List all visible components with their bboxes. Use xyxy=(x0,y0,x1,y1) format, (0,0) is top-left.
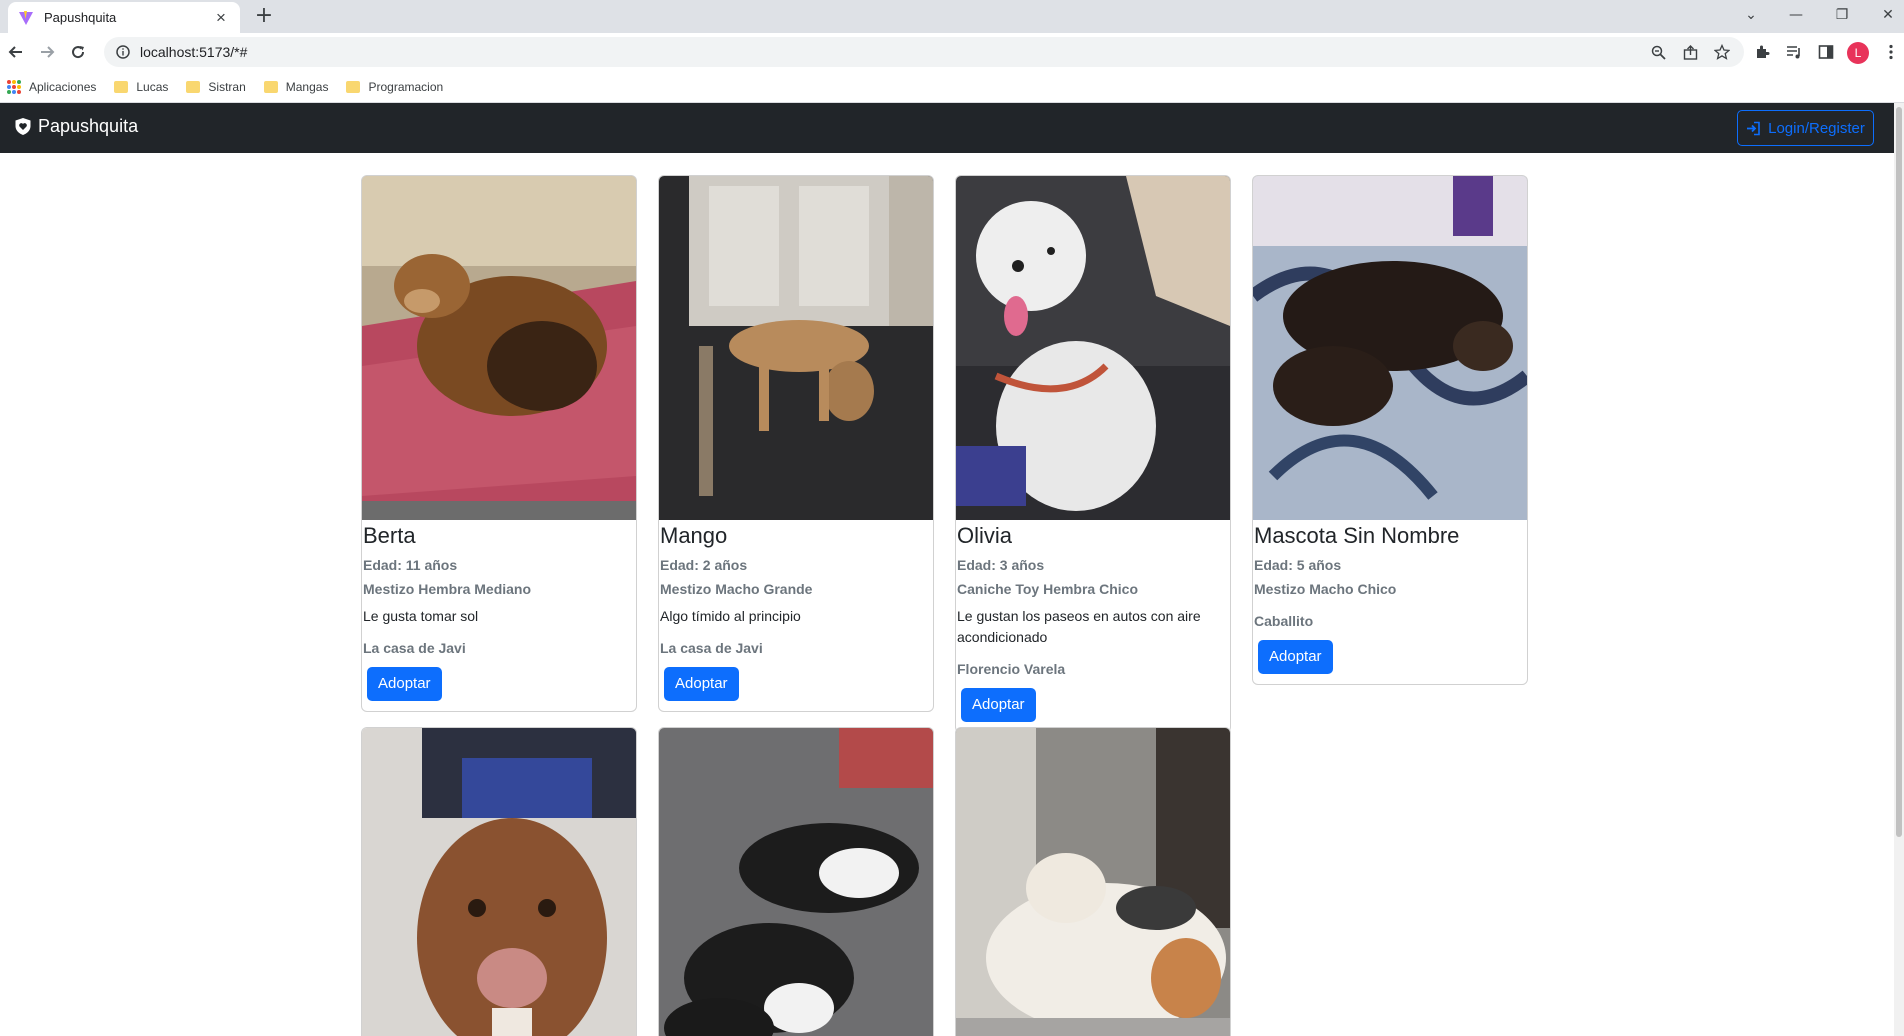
side-panel-icon[interactable] xyxy=(1815,41,1837,63)
login-register-button[interactable]: Login/Register xyxy=(1737,110,1874,146)
pet-photo-calico-cat xyxy=(956,728,1230,1036)
bookmark-label: Sistran xyxy=(208,79,246,94)
pet-age: Edad: 3 años xyxy=(957,557,1045,573)
vite-logo-icon xyxy=(19,10,33,25)
adopt-button[interactable]: Adoptar xyxy=(1258,640,1333,674)
minimize-icon[interactable]: — xyxy=(1776,0,1816,30)
pet-age: Edad: 11 años xyxy=(363,557,458,573)
bookmarks-bar: Aplicaciones Lucas Sistran Mangas Progra… xyxy=(0,71,1904,103)
pet-note: Algo tímido al principio xyxy=(660,608,801,624)
folder-icon xyxy=(263,80,278,93)
bookmark-label: Mangas xyxy=(285,79,329,94)
bookmark-label: Programacion xyxy=(368,79,444,94)
pet-name: Olivia xyxy=(957,523,1013,548)
browser-tab[interactable]: Papushquita × xyxy=(8,2,240,33)
folder-icon xyxy=(186,80,201,93)
pet-card: Olivia Edad: 3 años Caniche Toy Hembra C… xyxy=(955,175,1231,733)
pet-description: Mestizo Macho Chico xyxy=(1254,581,1397,597)
folder-icon xyxy=(346,80,361,93)
share-icon[interactable] xyxy=(1679,41,1701,63)
address-bar[interactable]: localhost:5173/*# xyxy=(104,37,1744,67)
pet-card: Mascota Sin Nombre Edad: 5 años Mestizo … xyxy=(1252,175,1528,685)
menu-kebab-icon[interactable] xyxy=(1880,41,1902,63)
new-tab-icon[interactable]: + xyxy=(252,5,276,29)
pet-name: Mascota Sin Nombre xyxy=(1254,523,1460,548)
browser-tabstrip: Papushquita × + ⌄ — ❐ ✕ xyxy=(0,0,1904,33)
pet-location: La casa de Javi xyxy=(363,640,466,656)
app-navbar: Papushquita Login/Register xyxy=(0,103,1904,153)
bookmark-star-icon[interactable] xyxy=(1711,41,1733,63)
pet-note: Le gustan los paseos en autos con aire a… xyxy=(957,608,1201,645)
tab-search-icon[interactable]: ⌄ xyxy=(1731,0,1771,30)
back-icon[interactable] xyxy=(2,38,30,66)
url-text: localhost:5173/*# xyxy=(140,44,248,60)
pet-location: La casa de Javi xyxy=(660,640,763,656)
pet-card xyxy=(361,727,637,1036)
login-icon xyxy=(1747,121,1760,135)
pet-photo-berta xyxy=(362,176,636,520)
pet-note: Le gusta tomar sol xyxy=(363,608,479,624)
pet-location: Caballito xyxy=(1254,613,1314,629)
adopt-button[interactable]: Adoptar xyxy=(664,667,739,701)
pet-photo-olivia xyxy=(956,176,1230,520)
pet-card: Mango Edad: 2 años Mestizo Macho Grande … xyxy=(658,175,934,712)
site-info-icon[interactable] xyxy=(116,45,130,59)
reload-icon[interactable] xyxy=(64,38,92,66)
zoom-icon[interactable] xyxy=(1647,41,1669,63)
tab-title: Papushquita xyxy=(44,10,117,25)
tab-close-icon[interactable]: × xyxy=(212,8,230,27)
apps-grid-icon xyxy=(7,79,21,94)
pet-description: Mestizo Hembra Mediano xyxy=(363,581,532,597)
pet-description: Mestizo Macho Grande xyxy=(660,581,813,597)
media-icon[interactable] xyxy=(1783,41,1805,63)
bookmark-programacion[interactable]: Programacion xyxy=(346,80,443,94)
bookmark-label: Lucas xyxy=(136,79,169,94)
pet-photo-black-white-cat xyxy=(659,728,933,1036)
extensions-icon[interactable] xyxy=(1751,41,1773,63)
shield-heart-icon xyxy=(15,118,31,135)
pet-photo-mango xyxy=(659,176,933,520)
pet-card xyxy=(955,727,1231,1036)
pet-name: Berta xyxy=(363,523,416,548)
pet-card: Berta Edad: 11 años Mestizo Hembra Media… xyxy=(361,175,637,712)
pet-photo-brown-dog xyxy=(362,728,636,1036)
brand-link[interactable]: Papushquita xyxy=(14,116,138,137)
bookmark-sistran[interactable]: Sistran xyxy=(186,79,246,94)
profile-avatar[interactable]: L xyxy=(1847,42,1869,64)
pet-description: Caniche Toy Hembra Chico xyxy=(957,581,1139,597)
forward-icon[interactable] xyxy=(33,38,61,66)
pet-card xyxy=(658,727,934,1036)
bookmark-mangas[interactable]: Mangas xyxy=(263,79,329,94)
bookmark-label: Aplicaciones xyxy=(29,79,97,94)
page-scrollbar[interactable] xyxy=(1894,103,1904,1036)
scrollbar-thumb[interactable] xyxy=(1896,107,1902,837)
close-window-icon[interactable]: ✕ xyxy=(1868,0,1904,30)
bookmark-aplicaciones[interactable]: Aplicaciones xyxy=(7,79,97,94)
folder-icon xyxy=(114,80,129,93)
brand-title: Papushquita xyxy=(38,116,139,136)
pet-name: Mango xyxy=(660,523,728,548)
restore-icon[interactable]: ❐ xyxy=(1822,0,1862,30)
browser-toolbar: localhost:5173/*# L xyxy=(0,33,1904,71)
login-label: Login/Register xyxy=(1768,119,1865,137)
bookmark-lucas[interactable]: Lucas xyxy=(114,80,168,94)
adopt-button[interactable]: Adoptar xyxy=(961,688,1036,722)
pet-age: Edad: 5 años xyxy=(1254,557,1342,573)
adopt-button[interactable]: Adoptar xyxy=(367,667,442,701)
pet-location: Florencio Varela xyxy=(957,661,1066,677)
pet-age: Edad: 2 años xyxy=(660,557,748,573)
pet-photo-mascota-sin-nombre xyxy=(1253,176,1527,520)
